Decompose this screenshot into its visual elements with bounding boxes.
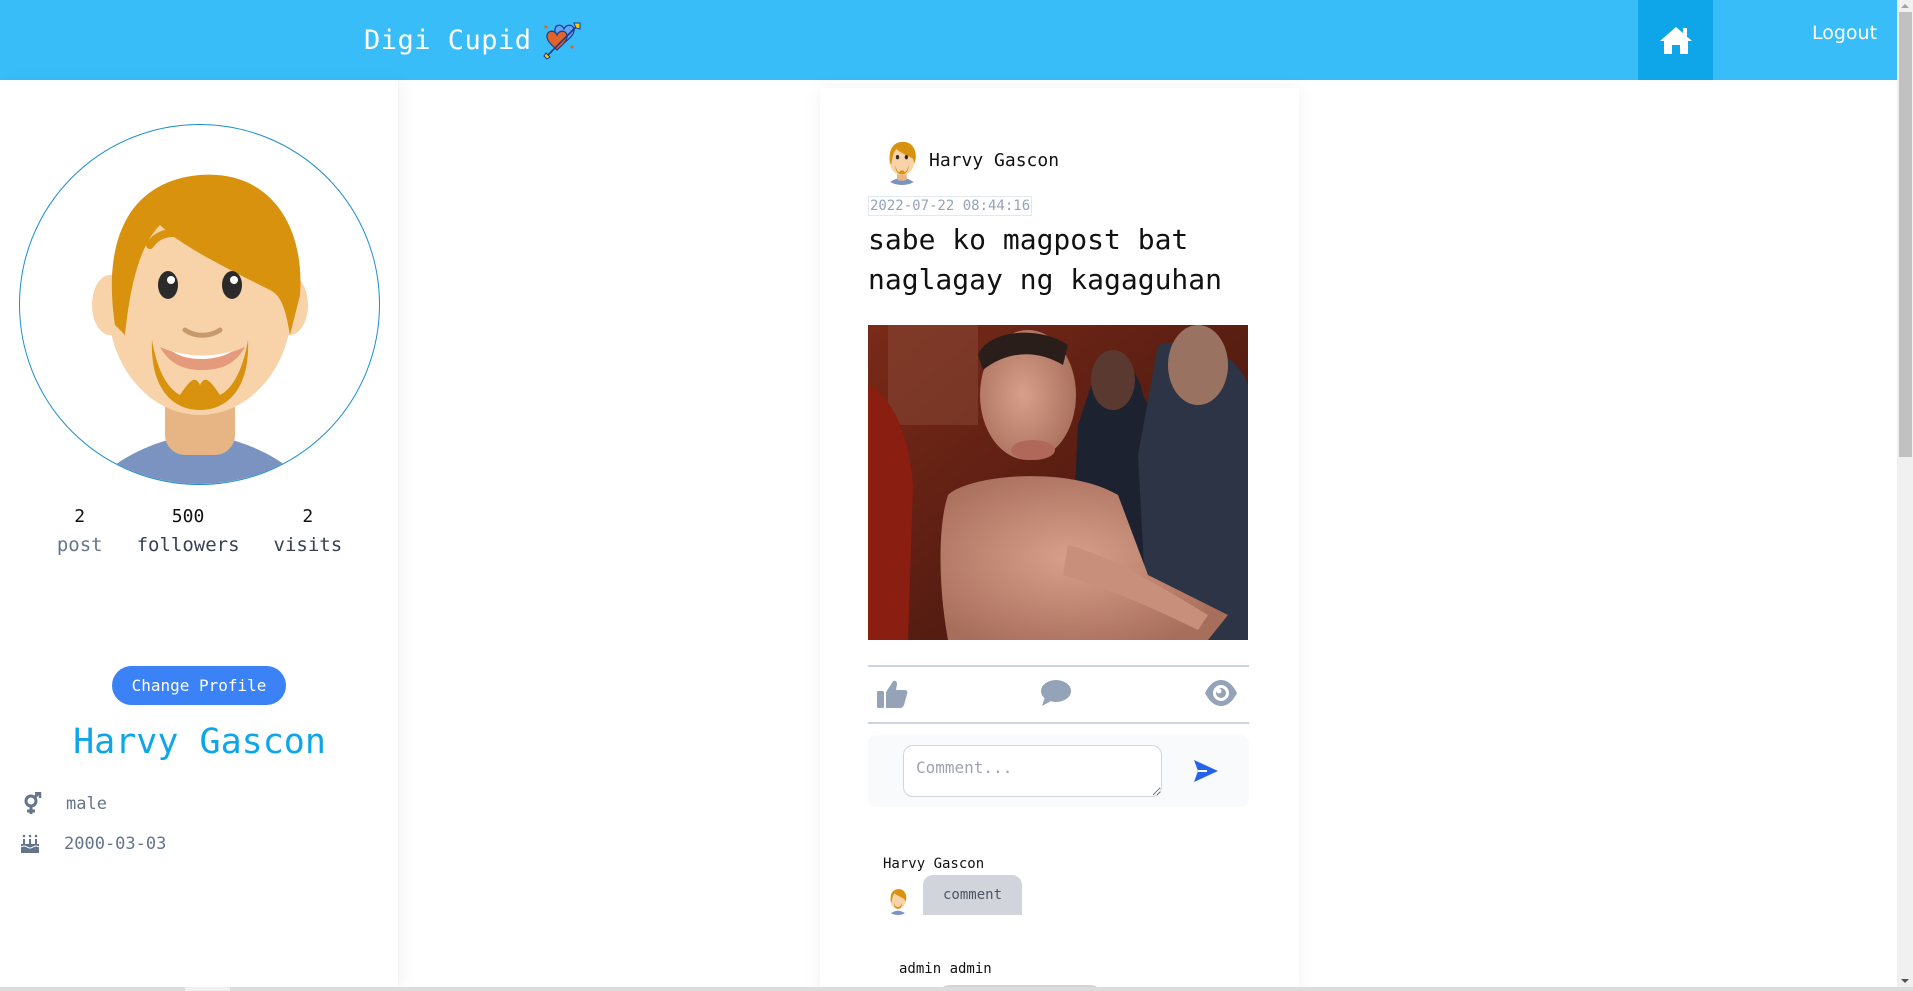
- comment-form: [868, 735, 1249, 807]
- stat-value: 2: [74, 506, 86, 527]
- view-button[interactable]: [1204, 679, 1238, 711]
- cartoon-man-avatar: [92, 174, 308, 484]
- scroll-down-arrow-icon[interactable]: [1901, 979, 1909, 983]
- cartoon-man-avatar: [883, 885, 913, 915]
- profile-name: Harvy Gascon: [73, 722, 326, 762]
- birthday-value: 2000-03-03: [64, 834, 167, 854]
- home-icon: [1659, 27, 1692, 54]
- post-image[interactable]: [868, 325, 1248, 640]
- post-author[interactable]: Harvy Gascon: [877, 135, 1059, 185]
- birthday-row: 2000-03-03: [18, 832, 166, 856]
- post-timestamp: 2022-07-22 08:44:16: [868, 196, 1033, 216]
- profile-panel: 2 post 500 followers 2 visits Change Pro…: [0, 80, 399, 987]
- profile-avatar[interactable]: [19, 124, 380, 485]
- stat-value: 2: [302, 506, 314, 527]
- heart-arrow-icon: [542, 22, 581, 60]
- send-icon: [1194, 760, 1218, 782]
- comment-item: admin admin: [899, 961, 1101, 987]
- author-name[interactable]: Harvy Gascon: [929, 150, 1059, 171]
- comment-author[interactable]: Harvy Gascon: [883, 856, 1022, 872]
- post-photo: [868, 325, 1248, 640]
- stat-value: 500: [171, 506, 205, 527]
- speech-bubble-icon: [1041, 680, 1071, 706]
- home-button[interactable]: [1638, 0, 1713, 80]
- stat-label: followers: [136, 534, 240, 556]
- gender-icon: [20, 792, 44, 816]
- cartoon-man-avatar: [877, 135, 927, 185]
- gender-value: male: [66, 794, 107, 814]
- vertical-scrollbar[interactable]: [1897, 0, 1913, 987]
- scroll-up-arrow-icon[interactable]: [1901, 4, 1909, 8]
- horizontal-scrollbar[interactable]: [0, 987, 1913, 991]
- stat-followers[interactable]: 500 followers: [137, 506, 240, 556]
- send-comment-button[interactable]: [1193, 758, 1219, 788]
- stat-visits[interactable]: 2 visits: [274, 506, 343, 556]
- comment-item: Harvy Gascon comment: [883, 856, 1023, 915]
- logout-link[interactable]: Logout: [1812, 22, 1877, 44]
- author-avatar[interactable]: [877, 135, 927, 185]
- birthday-cake-icon: [18, 832, 42, 856]
- thumbs-up-icon: [877, 680, 908, 708]
- post-text: sabe ko magpost bat naglagay ng kagaguha…: [868, 223, 1223, 296]
- profile-stats: 2 post 500 followers 2 visits: [0, 506, 399, 556]
- post-actions: [868, 665, 1249, 724]
- brand-title: Digi Cupid: [364, 24, 532, 56]
- comment-bubble: comment: [923, 875, 1023, 915]
- stat-posts[interactable]: 2 post: [57, 506, 103, 556]
- page: Digi Cupid Logout 2 post 500 followers 2…: [0, 0, 1897, 987]
- stat-label: visits: [273, 534, 343, 556]
- comment-author[interactable]: admin admin: [899, 961, 992, 977]
- comment-avatar[interactable]: [883, 885, 913, 915]
- stat-label: post: [56, 534, 103, 556]
- comment-input[interactable]: [903, 745, 1162, 797]
- change-profile-button[interactable]: Change Profile: [112, 666, 286, 705]
- horizontal-scrollbar-thumb[interactable]: [185, 987, 230, 991]
- comment-button[interactable]: [1040, 679, 1072, 711]
- top-navbar: Digi Cupid Logout: [0, 0, 1897, 80]
- scrollbar-thumb[interactable]: [1899, 12, 1912, 457]
- like-button[interactable]: [876, 679, 908, 713]
- brand[interactable]: Digi Cupid: [364, 20, 584, 60]
- gender-row: male: [20, 792, 107, 816]
- eye-icon: [1205, 680, 1237, 706]
